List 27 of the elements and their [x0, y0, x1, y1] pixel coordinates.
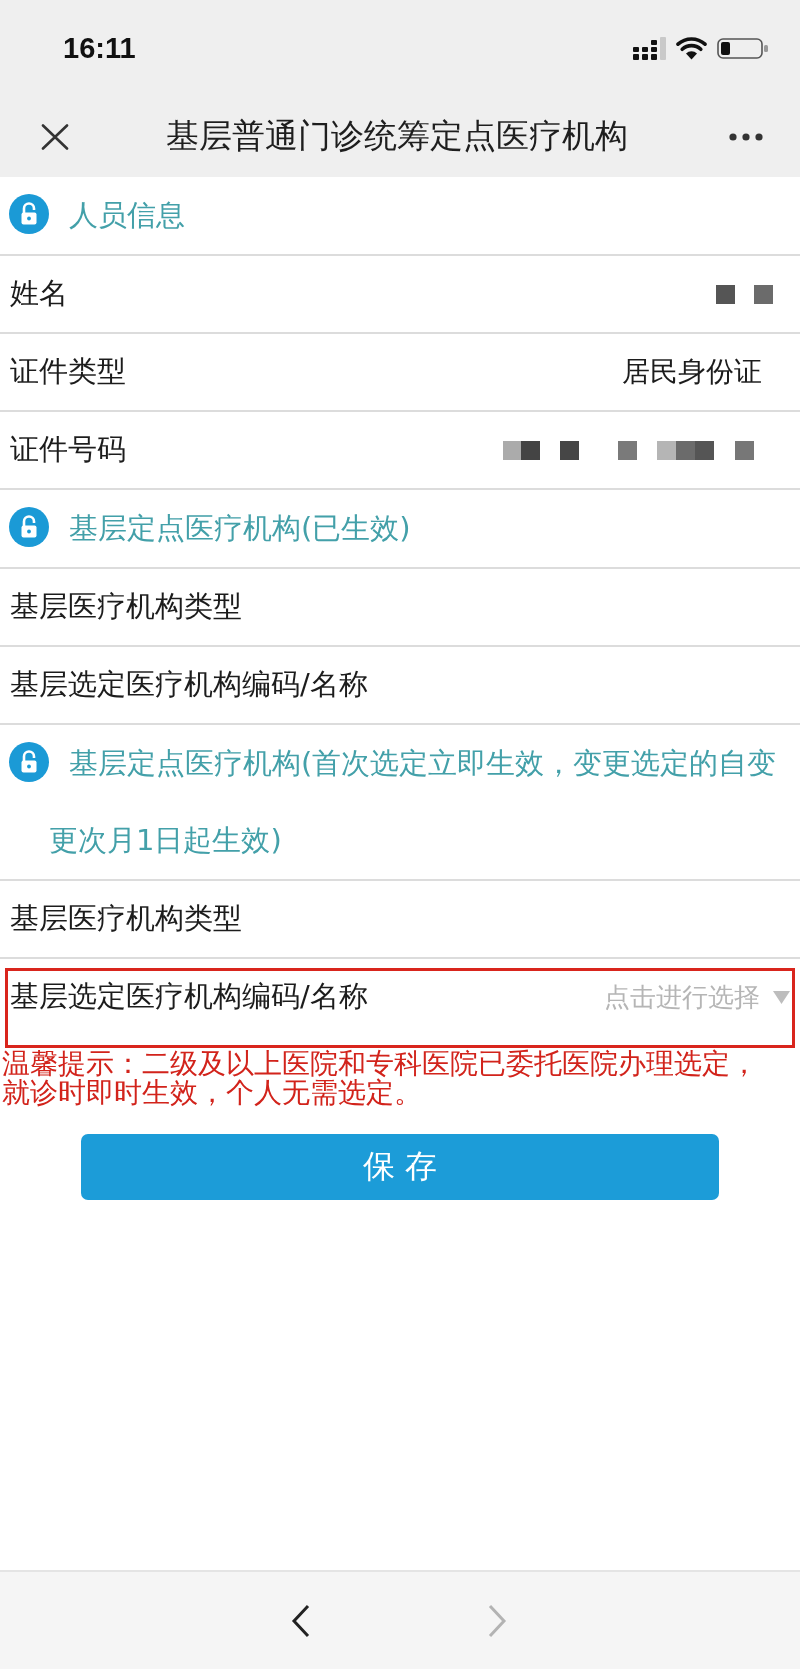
- select-field[interactable]: 点击进行选择: [600, 982, 760, 1012]
- section-title: 基层定点医疗机构(已生效): [69, 511, 411, 545]
- field-label: 证件号码: [10, 431, 126, 468]
- wifi-icon: [676, 36, 707, 60]
- pixelated-text-drawing: [716, 284, 773, 304]
- close-icon[interactable]: [41, 123, 69, 150]
- field-value: 居民身份证: [622, 354, 762, 390]
- section-title: 基层定点医疗机构(首次选定立即生效，变更选定的自变更次月1日起生效): [49, 746, 777, 857]
- field-label: 基层医疗机构类型: [10, 900, 242, 937]
- notice-text: 温馨提示：二级及以上医院和专科医院已委托医院办理选定，就诊时即时生效，个人无需选定。: [1, 1049, 759, 1107]
- padlock-icon: [9, 742, 49, 782]
- signal-icon: [633, 36, 666, 60]
- save-button[interactable]: 保 存: [81, 1134, 719, 1200]
- ellipsis-icon[interactable]: [729, 132, 763, 141]
- status-time: 16:11: [63, 31, 136, 65]
- chevron-left-icon[interactable]: [290, 1603, 311, 1638]
- field-label: 基层选定医疗机构编码/名称: [10, 978, 368, 1015]
- field-label: 证件类型: [10, 353, 126, 390]
- page-title: 基层普通门诊统筹定点医疗机构: [166, 115, 628, 157]
- field-label: 姓名: [10, 275, 68, 312]
- section-title: 人员信息: [69, 198, 185, 232]
- padlock-icon: [9, 507, 49, 547]
- dropdown-triangle-icon: [773, 990, 790, 1004]
- padlock-icon: [9, 194, 49, 234]
- field-label: 基层医疗机构类型: [10, 588, 242, 625]
- battery-icon: [717, 37, 768, 59]
- field-label: 基层选定医疗机构编码/名称: [10, 666, 368, 703]
